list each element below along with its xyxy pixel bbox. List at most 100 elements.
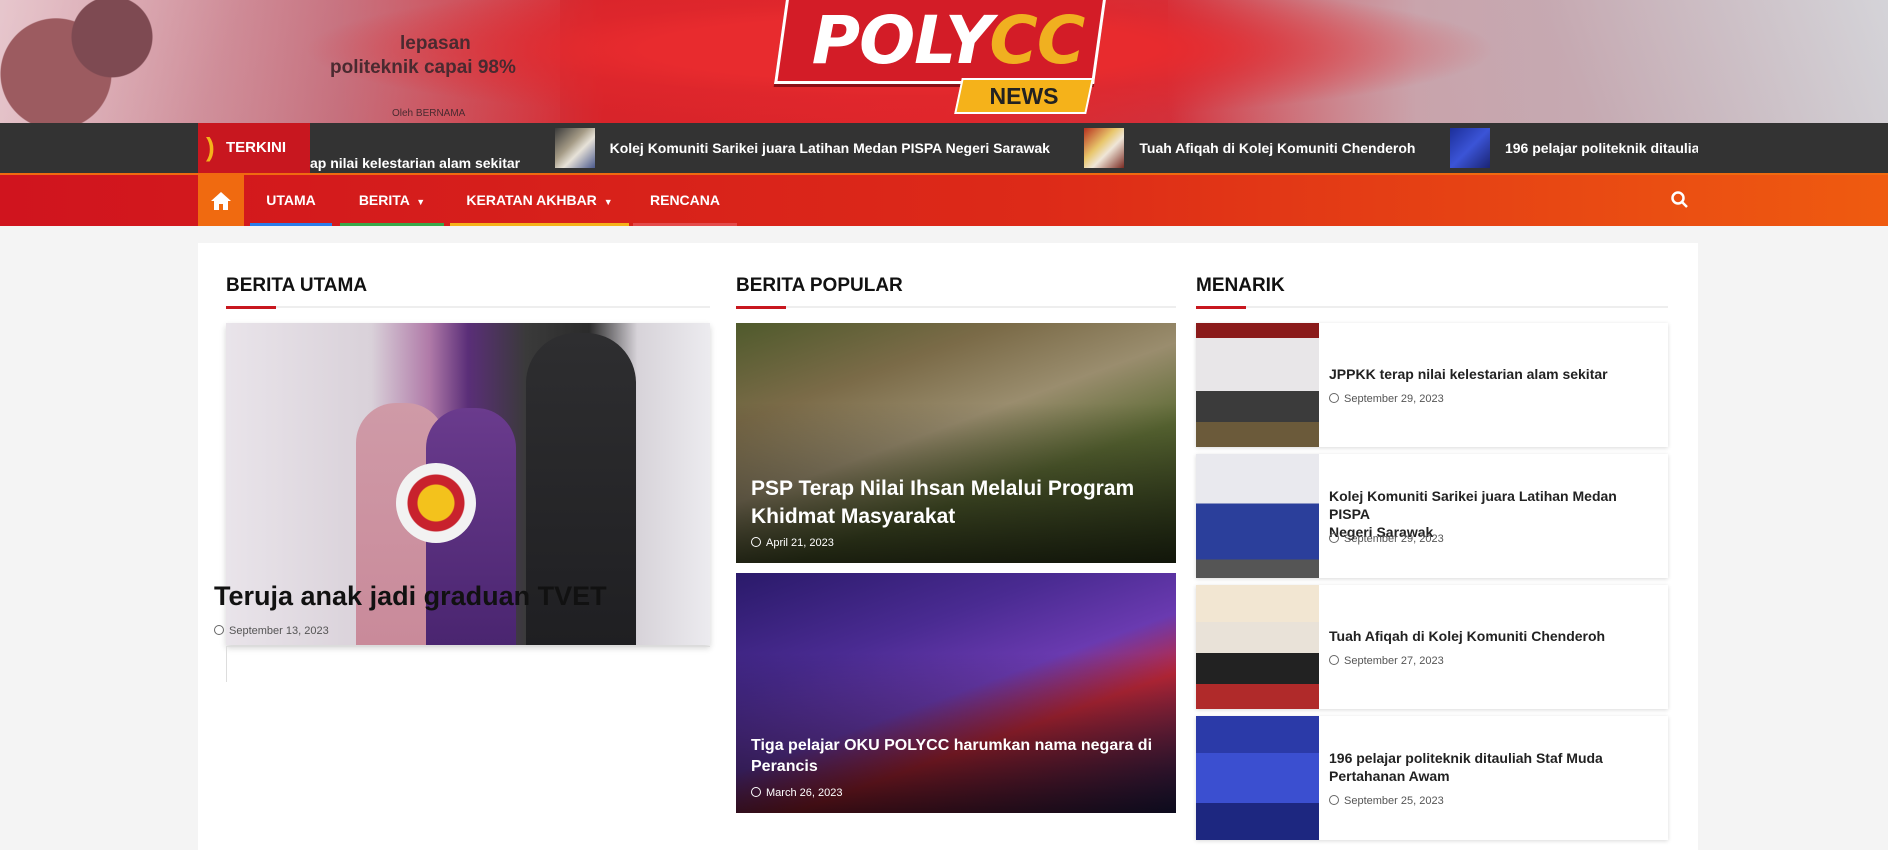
popular-article-date: March 26, 2023: [751, 787, 842, 799]
banner-overlay-line1: lepasan: [400, 33, 471, 54]
nav-item-berita[interactable]: BERITA ▼: [340, 175, 444, 226]
banner-overlay-source: Oleh BERNAMA: [392, 108, 466, 119]
menarik-article-card[interactable]: Kolej Komuniti Sarikei juara Latihan Med…: [1196, 454, 1668, 578]
ticker-thumb[interactable]: [1449, 128, 1490, 168]
clock-icon: [751, 537, 761, 547]
ticker-thumb[interactable]: [554, 128, 595, 168]
menarik-article-thumb[interactable]: [1196, 323, 1319, 447]
clock-icon: [751, 787, 761, 797]
menarik-title-line[interactable]: Kolej Komuniti Sarikei juara Latihan Med…: [1329, 487, 1659, 523]
popular-article-date-text: March 26, 2023: [766, 787, 843, 799]
nav-item-rencana[interactable]: RENCANA: [633, 175, 737, 226]
nav-home-button[interactable]: [198, 175, 244, 226]
ticker-item-text[interactable]: Kolej Komuniti Sarikei juara Latihan Med…: [610, 140, 1050, 156]
menarik-article-card[interactable]: Tuah Afiqah di Kolej Komuniti Chenderoh …: [1196, 585, 1668, 709]
nav-underline: [250, 223, 332, 226]
logo-text-cc: CC: [989, 2, 1085, 79]
ticker-item[interactable]: Kolej Komuniti Sarikei juara Latihan Med…: [554, 123, 1050, 173]
featured-article-date-text: September 13, 2023: [229, 625, 329, 637]
nav-item-label[interactable]: BERITA: [359, 192, 410, 208]
popular-title-line[interactable]: PSP Terap Nilai Ihsan Melalui Program: [751, 475, 1134, 503]
popular-article-title[interactable]: Tiga pelajar OKU POLYCC harumkan nama ne…: [751, 735, 1152, 777]
ticker-item-text[interactable]: Tuah Afiqah di Kolej Komuniti Chenderoh: [1139, 140, 1415, 156]
menarik-article-card[interactable]: JPPKK terap nilai kelestarian alam sekit…: [1196, 323, 1668, 447]
menarik-article-card[interactable]: 196 pelajar politeknik ditauliah Staf Mu…: [1196, 716, 1668, 840]
clock-icon: [1329, 795, 1339, 805]
menarik-title-line[interactable]: Pertahanan Awam: [1329, 767, 1659, 785]
section-divider: [1196, 306, 1668, 309]
nav-underline: [340, 223, 444, 226]
nav-item-label[interactable]: UTAMA: [266, 192, 316, 208]
nav-item-keratan-akhbar[interactable]: KERATAN AKHBAR ▼: [450, 175, 629, 226]
logo-news-badge: NEWS: [954, 78, 1094, 114]
image-bouquet: [396, 463, 476, 543]
nav-item-label[interactable]: KERATAN AKHBAR: [466, 192, 596, 208]
nav-underline: [633, 223, 737, 226]
menarik-title-line[interactable]: Tuah Afiqah di Kolej Komuniti Chenderoh: [1329, 627, 1659, 645]
clock-icon: [1329, 393, 1339, 403]
section-divider-accent: [1196, 306, 1246, 309]
menarik-article-title[interactable]: JPPKK terap nilai kelestarian alam sekit…: [1329, 365, 1659, 383]
popular-title-line[interactable]: Perancis: [751, 756, 1152, 777]
popular-title-line[interactable]: Tiga pelajar OKU POLYCC harumkan nama ne…: [751, 735, 1152, 756]
menarik-article-date-text: September 29, 2023: [1344, 393, 1444, 405]
ticker-item[interactable]: 196 pelajar politeknik ditauliah Staf Mu…: [1449, 123, 1698, 173]
ticker-label: ) TERKINI: [198, 123, 310, 173]
menarik-article-thumb[interactable]: [1196, 585, 1319, 709]
ticker-item[interactable]: Tuah Afiqah di Kolej Komuniti Chenderoh: [1084, 123, 1416, 173]
popular-article-date-text: April 21, 2023: [766, 537, 834, 549]
nav-item-utama[interactable]: UTAMA: [250, 175, 332, 226]
menarik-title-line[interactable]: 196 pelajar politeknik ditauliah Staf Mu…: [1329, 749, 1659, 767]
ticker-bracket-icon: ): [206, 132, 215, 162]
section-divider: [226, 306, 710, 309]
featured-article-date: September 13, 2023: [214, 625, 329, 637]
featured-edge: [226, 646, 227, 682]
ticker-track: ap nilai kelestarian alam sekitar Kolej …: [310, 123, 1698, 173]
popular-article-card[interactable]: Tiga pelajar OKU POLYCC harumkan nama ne…: [736, 573, 1176, 813]
chevron-down-icon: ▼: [603, 197, 613, 207]
menarik-article-date-text: September 25, 2023: [1344, 795, 1444, 807]
menarik-article-title[interactable]: 196 pelajar politeknik ditauliah Staf Mu…: [1329, 749, 1659, 785]
main-content: BERITA UTAMA BERITA POPULAR MENARIK Teru…: [198, 243, 1698, 850]
section-title-menarik: MENARIK: [1196, 275, 1285, 296]
menarik-article-date: September 27, 2023: [1329, 655, 1444, 667]
logo-text-poly: POLY: [811, 2, 991, 79]
clock-icon: [214, 625, 224, 635]
search-icon[interactable]: [1670, 190, 1690, 210]
logo-news-text: NEWS: [989, 83, 1059, 109]
menarik-article-thumb[interactable]: [1196, 716, 1319, 840]
ticker-item-text[interactable]: ap nilai kelestarian alam sekitar: [310, 155, 520, 171]
ticker-item[interactable]: ap nilai kelestarian alam sekitar: [310, 138, 520, 173]
popular-title-line[interactable]: Khidmat Masyarakat: [751, 503, 1134, 531]
menarik-article-date-text: September 29, 2023: [1344, 533, 1444, 545]
clock-icon: [1329, 655, 1339, 665]
banner-overlay-text: lepasan politeknik capai 98%: [290, 32, 516, 80]
clock-icon: [1329, 533, 1339, 543]
header-banner: lepasan politeknik capai 98% Oleh BERNAM…: [0, 0, 1888, 123]
popular-article-card[interactable]: PSP Terap Nilai Ihsan Melalui Program Kh…: [736, 323, 1176, 563]
featured-divider: [226, 646, 710, 647]
chevron-down-icon: ▼: [416, 197, 426, 207]
menarik-title-line[interactable]: JPPKK terap nilai kelestarian alam sekit…: [1329, 365, 1659, 383]
ticker-thumb[interactable]: [1084, 128, 1125, 168]
ticker-item-text[interactable]: 196 pelajar politeknik ditauliah Staf Mu…: [1505, 140, 1698, 156]
banner-overlay-line2: politeknik capai 98%: [330, 57, 516, 78]
menarik-article-date-text: September 27, 2023: [1344, 655, 1444, 667]
section-divider-accent: [736, 306, 786, 309]
nav-item-label[interactable]: RENCANA: [650, 192, 720, 208]
section-divider-accent: [226, 306, 276, 309]
news-ticker: ) TERKINI ap nilai kelestarian alam seki…: [0, 123, 1888, 173]
menarik-article-date: September 29, 2023: [1329, 393, 1444, 405]
featured-article-title[interactable]: Teruja anak jadi graduan TVET: [214, 581, 607, 612]
section-divider: [736, 306, 1176, 309]
site-logo[interactable]: POLYCC NEWS: [774, 0, 1106, 118]
menarik-article-date: September 25, 2023: [1329, 795, 1444, 807]
menarik-article-date: September 29, 2023: [1329, 533, 1444, 545]
section-title-berita-popular: BERITA POPULAR: [736, 275, 903, 296]
logo-text: POLYCC: [808, 2, 1088, 79]
menarik-article-title[interactable]: Tuah Afiqah di Kolej Komuniti Chenderoh: [1329, 627, 1659, 645]
home-icon: [211, 191, 231, 210]
popular-article-title[interactable]: PSP Terap Nilai Ihsan Melalui Program Kh…: [751, 475, 1134, 531]
menarik-article-thumb[interactable]: [1196, 454, 1319, 578]
ticker-label-text: TERKINI: [226, 139, 286, 156]
